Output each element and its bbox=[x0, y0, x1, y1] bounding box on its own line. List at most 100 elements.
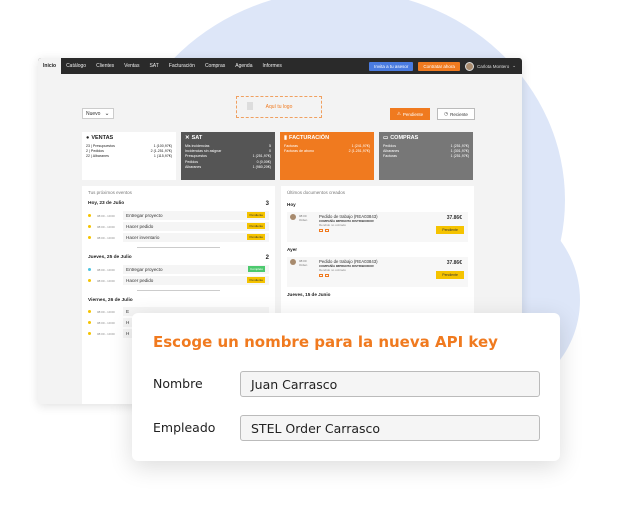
name-field[interactable]: Juan Carrasco bbox=[240, 371, 540, 397]
print-icon[interactable] bbox=[325, 274, 329, 277]
warning-icon: ⚠ bbox=[396, 111, 401, 116]
top-nav: Inicio Catálogo Clientes Ventas SAT Fact… bbox=[38, 58, 522, 74]
event-item[interactable]: 08:00 - 10:00 Entregar proyecto Pendiente bbox=[88, 211, 269, 220]
card-row-value: 2 (1.251,97€) bbox=[348, 149, 370, 154]
event-day: Jueves, 25 de Julio 2 bbox=[82, 253, 275, 263]
card-row-label: 22 | Albaranes bbox=[86, 154, 109, 159]
pending-filter-label: Pendiente bbox=[402, 111, 424, 117]
event-day: Hoy, 23 de Julio 3 bbox=[82, 199, 275, 209]
name-label: Nombre bbox=[153, 376, 203, 391]
card-title: VENTAS bbox=[91, 135, 114, 141]
doc-group-label: Ayer bbox=[287, 247, 298, 252]
nav-inicio[interactable]: Inicio bbox=[38, 58, 62, 74]
tag-icon: ● bbox=[86, 135, 90, 141]
nav-catalogo[interactable]: Catálogo bbox=[61, 58, 91, 74]
divider bbox=[137, 247, 220, 248]
doc-group-label: Hoy bbox=[287, 202, 296, 207]
nav-agenda[interactable]: Agenda bbox=[230, 58, 257, 74]
event-time: 08:00 - 10:00 bbox=[97, 235, 115, 240]
event-time: 08:00 - 10:00 bbox=[97, 278, 115, 283]
doc-amount: 37.86€ bbox=[446, 260, 462, 266]
event-count: 3 bbox=[265, 201, 269, 207]
status-badge: Pendiente bbox=[247, 212, 265, 218]
event-time: 08:00 - 10:00 bbox=[97, 213, 115, 218]
document-item[interactable]: 08:00 Orden Pedido de trabajo (REA03843) … bbox=[287, 212, 468, 242]
event-time: 08:00 - 10:00 bbox=[97, 267, 115, 272]
status-badge: Pendiente bbox=[247, 234, 265, 240]
user-name: Carlota Montero bbox=[476, 63, 510, 69]
card-row-value: 1 (251,97€) bbox=[450, 154, 469, 159]
card-row-label: Facturas de abono bbox=[284, 149, 314, 154]
api-key-dialog: Escoge un nombre para la nueva API key N… bbox=[132, 313, 560, 461]
employee-label: Empleado bbox=[153, 420, 216, 435]
card-facturacion[interactable]: ▮ FACTURACIÓN Facturas 1 (241,97€) Factura… bbox=[280, 132, 374, 180]
status-badge: Pendiente bbox=[247, 223, 265, 229]
card-title: COMPRAS bbox=[390, 135, 419, 141]
recent-filter-button[interactable]: ◷ Reciente bbox=[437, 108, 475, 120]
logo-placeholder-label: Aquí tu logo bbox=[265, 104, 293, 110]
status-badge: Pendiente bbox=[247, 277, 265, 283]
pending-filter-button[interactable]: ⚠ Pendiente bbox=[390, 108, 430, 120]
subscribe-button[interactable]: Contratar ahora bbox=[418, 61, 460, 71]
chevron-down-icon: ⌄ bbox=[512, 63, 516, 68]
tools-icon: ✕ bbox=[185, 135, 190, 141]
stage: Inicio Catálogo Clientes Ventas SAT Fact… bbox=[0, 0, 620, 521]
card-row-label: Facturas bbox=[383, 154, 397, 159]
invite-advisor-button[interactable]: Invita a tu asesor bbox=[369, 61, 414, 71]
employee-field[interactable]: STEL Order Carrasco bbox=[240, 415, 540, 441]
card-row-label: Albaranes bbox=[185, 164, 202, 169]
email-icon[interactable] bbox=[319, 229, 323, 232]
nav-sat[interactable]: SAT bbox=[144, 58, 163, 74]
nav-clientes[interactable]: Clientes bbox=[91, 58, 119, 74]
nav-ventas[interactable]: Ventas bbox=[119, 58, 144, 74]
email-icon[interactable] bbox=[319, 274, 323, 277]
card-title: SAT bbox=[191, 135, 203, 141]
document-item[interactable]: 08:00 Orden Pedido de trabajo (REA03843) … bbox=[287, 257, 468, 287]
divider bbox=[137, 290, 220, 291]
summary-cards: ● VENTAS 23 | Presupuestos 1 (100,97€) 2 |… bbox=[82, 132, 474, 180]
event-time: 08:00 - 10:00 bbox=[97, 320, 115, 325]
document-icon: ▮ bbox=[284, 135, 288, 141]
card-sat[interactable]: ✕ SAT Mis incidencias 5 Incidencias sin as… bbox=[181, 132, 275, 180]
event-count: 2 bbox=[265, 255, 269, 261]
status-dot bbox=[88, 225, 91, 228]
status-dot bbox=[88, 268, 91, 271]
event-item[interactable]: 08:00 - 10:00 Hacer pedido Pendiente bbox=[88, 276, 269, 285]
event-day-label: Viernes, 26 de Julio bbox=[88, 298, 133, 303]
logo-placeholder[interactable]: Aquí tu logo bbox=[236, 96, 322, 118]
status-badge: Completo bbox=[248, 266, 265, 272]
print-icon[interactable] bbox=[325, 229, 329, 232]
nav-compras[interactable]: Compras bbox=[200, 58, 230, 74]
clock-icon: ◷ bbox=[444, 111, 449, 116]
event-text: Entregar proyecto bbox=[123, 265, 269, 274]
event-item[interactable]: 08:00 - 10:00 Entregar proyecto Completo bbox=[88, 265, 269, 274]
event-item[interactable]: 08:00 - 10:00 Hacer pedido Pendiente bbox=[88, 222, 269, 231]
new-dropdown-label: Nuevo bbox=[86, 110, 101, 117]
doc-type: Orden bbox=[299, 263, 308, 267]
avatar bbox=[290, 214, 296, 220]
doc-amount: 37.86€ bbox=[446, 215, 462, 221]
avatar bbox=[290, 259, 296, 265]
card-ventas[interactable]: ● VENTAS 23 | Presupuestos 1 (100,97€) 2 |… bbox=[82, 132, 176, 180]
status-dot bbox=[88, 236, 91, 239]
image-icon bbox=[247, 102, 253, 110]
event-day-label: Hoy, 23 de Julio bbox=[88, 201, 125, 206]
doc-type: Orden bbox=[299, 218, 308, 222]
event-time: 08:00 - 10:00 bbox=[97, 309, 115, 314]
chevron-down-icon: ⌄ bbox=[104, 111, 110, 117]
event-item[interactable]: 08:00 - 10:00 Hacer inventario Pendiente bbox=[88, 233, 269, 242]
card-compras[interactable]: ▭ COMPRAS Pedidos 1 (251,97€) Albaranes 1 (… bbox=[379, 132, 473, 180]
status-badge: Pendiente bbox=[436, 226, 464, 234]
cart-icon: ▭ bbox=[383, 135, 389, 141]
events-title: Tus próximos eventos bbox=[88, 190, 132, 195]
status-dot bbox=[88, 332, 91, 335]
user-menu[interactable]: Carlota Montero ⌄ bbox=[464, 61, 516, 71]
new-dropdown[interactable]: Nuevo ⌄ bbox=[82, 108, 114, 119]
nav-facturacion[interactable]: Facturación bbox=[164, 58, 200, 74]
card-row-value: 1 (115,97€) bbox=[153, 154, 172, 159]
nav-informes[interactable]: Informes bbox=[257, 58, 286, 74]
status-dot bbox=[88, 321, 91, 324]
status-badge: Pendiente bbox=[436, 271, 464, 279]
avatar bbox=[464, 61, 474, 71]
event-day: Viernes, 26 de Julio bbox=[82, 296, 275, 305]
